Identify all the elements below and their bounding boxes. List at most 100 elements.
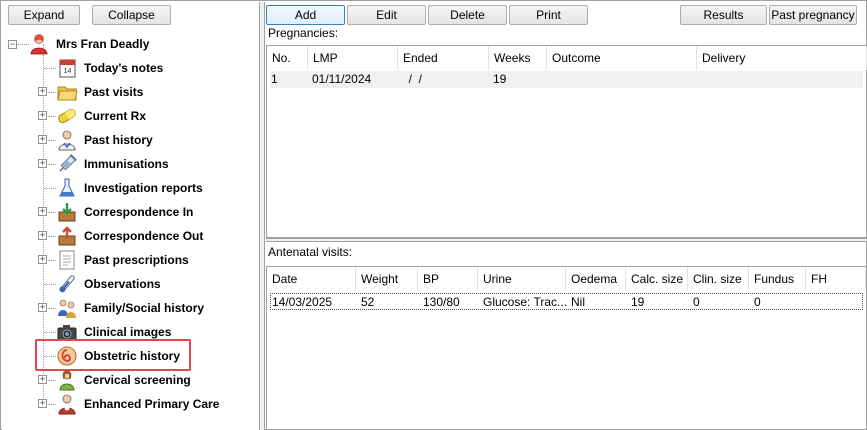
antenatal-grid[interactable]: Date Weight BP Urine Oedema Calc. size Clin. s… — [266, 266, 867, 430]
column-header[interactable]: LMP — [308, 46, 398, 70]
tree-item[interactable]: Past visits — [56, 80, 143, 104]
column-header[interactable]: No. — [267, 46, 308, 70]
tree-item-label: Correspondence Out — [84, 229, 204, 243]
column-header[interactable]: Clin. size — [688, 267, 749, 291]
table-cell: / / — [402, 72, 423, 86]
tree-item[interactable]: Observations — [56, 272, 161, 296]
column-header[interactable]: Urine — [478, 267, 566, 291]
tree-item-label: Observations — [84, 277, 161, 291]
column-header[interactable]: Outcome — [547, 46, 697, 70]
column-header[interactable]: Ended — [398, 46, 489, 70]
tree-item[interactable]: Family/Social history — [56, 296, 204, 320]
folder-icon — [56, 81, 78, 103]
column-header[interactable]: FH — [806, 267, 866, 291]
tree-item-label: Current Rx — [84, 109, 147, 123]
table-cell: 19 — [493, 72, 507, 86]
tree-item[interactable]: Correspondence Out — [56, 224, 203, 248]
tree-item-label: Past history — [84, 133, 153, 147]
table-cell: 52 — [361, 295, 375, 309]
tree-item-label: Today's notes — [84, 61, 164, 75]
tree-item[interactable]: Current Rx — [56, 104, 146, 128]
table-cell: 19 — [631, 295, 645, 309]
tree-item[interactable]: Enhanced Primary Care — [56, 392, 219, 416]
delete-button[interactable]: Delete — [428, 5, 507, 25]
column-header[interactable]: Fundus — [749, 267, 806, 291]
tree-item-label: Enhanced Primary Care — [84, 397, 220, 411]
tree-item[interactable]: Past history — [56, 128, 153, 152]
tree-expander[interactable]: + — [38, 255, 47, 264]
edit-button[interactable]: Edit — [347, 5, 426, 25]
tree-item-label: Past visits — [84, 85, 144, 99]
antenatal-label: Antenatal visits: — [268, 245, 353, 259]
table-cell: Glucose: Trac... — [483, 295, 567, 309]
tree-item[interactable]: Correspondence In — [56, 200, 193, 224]
vertical-splitter[interactable] — [260, 2, 265, 430]
column-header[interactable]: Weeks — [489, 46, 547, 70]
root-expander[interactable]: − — [8, 40, 17, 49]
table-row[interactable]: 1 01/11/2024 / / 19 — [270, 71, 863, 88]
table-cell: 14/03/2025 — [272, 295, 333, 309]
column-header[interactable]: BP — [418, 267, 478, 291]
table-cell: 0 — [693, 295, 700, 309]
column-header[interactable]: Date — [267, 267, 356, 291]
syringe-icon — [56, 153, 78, 175]
pill-capsule-icon — [56, 105, 78, 127]
tree-item[interactable]: Investigation reports — [56, 176, 203, 200]
table-cell: 130/80 — [423, 295, 460, 309]
tree-expander[interactable]: + — [38, 207, 47, 216]
tree-item[interactable]: Immunisations — [56, 152, 169, 176]
print-button[interactable]: Print — [509, 5, 588, 25]
tree-expander[interactable]: + — [38, 303, 47, 312]
tree-item[interactable]: 14 Today's notes — [56, 56, 163, 80]
expand-button[interactable]: Expand — [8, 5, 80, 25]
care-team-icon — [56, 393, 78, 415]
pregnancies-label: Pregnancies: — [268, 26, 339, 40]
table-cell: 0 — [754, 295, 761, 309]
tree-expander[interactable]: + — [38, 231, 47, 240]
column-header[interactable]: Weight — [356, 267, 418, 291]
outbox-upload-icon — [56, 225, 78, 247]
horizontal-splitter[interactable] — [266, 238, 867, 242]
patient-name: Mrs Fran Deadly — [56, 37, 150, 51]
flask-icon — [56, 177, 78, 199]
past-pregnancy-button[interactable]: Past pregnancy — [769, 5, 857, 25]
table-cell — [697, 71, 867, 88]
tree-expander[interactable]: + — [38, 87, 47, 96]
add-button[interactable]: Add — [266, 5, 345, 25]
doctor-icon — [56, 129, 78, 151]
table-cell — [547, 71, 697, 88]
tree-expander[interactable]: + — [38, 399, 47, 408]
tree-expander[interactable]: + — [38, 111, 47, 120]
pregnancies-header: No. LMP Ended Weeks Outcome Delivery — [267, 46, 867, 70]
tree-item[interactable]: Cervical screening — [56, 368, 191, 392]
column-header[interactable]: Calc. size — [626, 267, 688, 291]
inbox-download-icon — [56, 201, 78, 223]
results-button[interactable]: Results — [680, 5, 767, 25]
column-header[interactable]: Delivery — [697, 46, 867, 70]
tree-expander[interactable]: + — [38, 135, 47, 144]
patient-icon — [28, 33, 50, 55]
table-cell: 01/11/2024 — [312, 72, 372, 86]
column-header[interactable]: Oedema — [566, 267, 626, 291]
tree-item[interactable]: Past prescriptions — [56, 248, 189, 272]
tree-item-label: Cervical screening — [84, 373, 191, 387]
tree-root[interactable]: Mrs Fran Deadly — [28, 32, 149, 56]
obstetric-history-highlight — [35, 339, 191, 371]
tree-expander[interactable]: + — [38, 375, 47, 384]
table-row[interactable]: 14/03/2025 52 130/80 Glucose: Trac... Nil 19 0… — [270, 293, 863, 310]
main-window: Expand Collapse − Mrs Fran Deadly 14 Toda… — [0, 0, 867, 430]
calendar-notes-icon: 14 — [56, 57, 78, 79]
svg-text:14: 14 — [64, 68, 72, 75]
pregnancies-grid[interactable]: No. LMP Ended Weeks Outcome Delivery 1 01/11/2… — [266, 45, 867, 238]
tree-item-label: Correspondence In — [84, 205, 194, 219]
tree-expander[interactable]: + — [38, 159, 47, 168]
tree-item-label: Family/Social history — [84, 301, 205, 315]
tree-item-label: Investigation reports — [84, 181, 203, 195]
thermometer-icon — [56, 273, 78, 295]
family-icon — [56, 297, 78, 319]
tree-item-label: Immunisations — [84, 157, 169, 171]
collapse-button[interactable]: Collapse — [92, 5, 171, 25]
antenatal-header: Date Weight BP Urine Oedema Calc. size Clin. s… — [267, 267, 866, 291]
left-pane: Expand Collapse − Mrs Fran Deadly 14 Toda… — [2, 2, 260, 430]
table-cell — [807, 294, 867, 311]
